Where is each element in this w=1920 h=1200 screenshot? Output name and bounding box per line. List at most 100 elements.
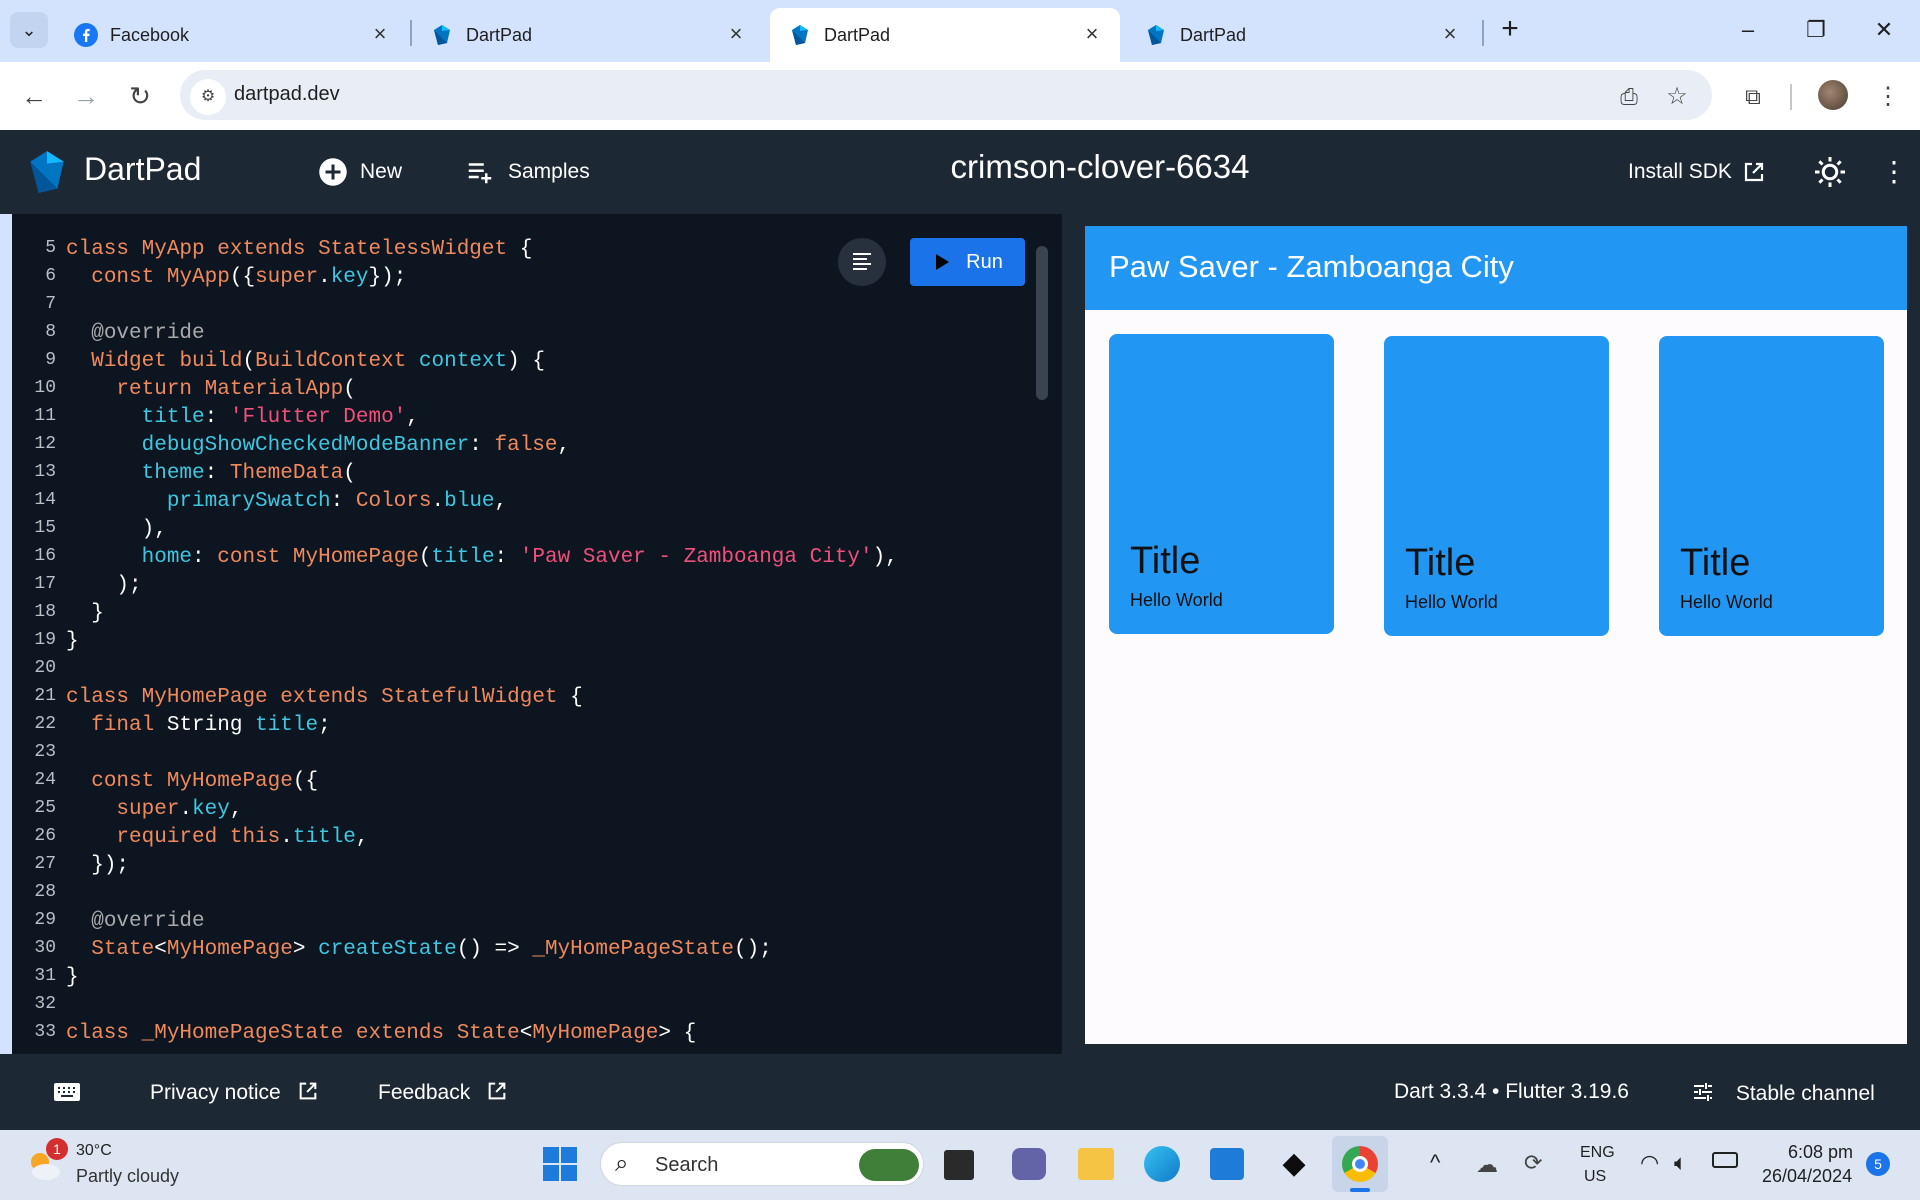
line-number: 25 xyxy=(34,798,56,818)
line-number: 17 xyxy=(34,574,56,594)
line-number: 5 xyxy=(45,238,56,258)
dropbox-icon[interactable]: ◆ xyxy=(1276,1148,1312,1180)
line-number: 32 xyxy=(34,994,56,1014)
avatar[interactable] xyxy=(1818,80,1848,110)
taskbar-search[interactable]: ⌕ Search xyxy=(600,1142,924,1186)
privacy-label: Privacy notice xyxy=(150,1081,281,1104)
language-bottom[interactable]: US xyxy=(1584,1168,1606,1186)
tab-facebook[interactable]: Facebook × xyxy=(56,8,408,62)
line-number: 12 xyxy=(34,434,56,454)
close-icon[interactable]: × xyxy=(1438,22,1462,46)
more-vert-icon[interactable]: ⋮ xyxy=(1876,80,1900,114)
format-button[interactable] xyxy=(838,238,886,286)
run-button[interactable]: Run xyxy=(910,238,1025,286)
forward-button[interactable]: → xyxy=(68,78,104,114)
tab-dartpad-2[interactable]: DartPad × xyxy=(770,8,1120,62)
tab-title: DartPad xyxy=(1180,24,1247,45)
new-tab-button[interactable]: + xyxy=(1492,12,1528,48)
keyboard-icon[interactable] xyxy=(52,1080,82,1104)
preview-card[interactable]: Title Hello World xyxy=(1384,336,1609,636)
line-number: 33 xyxy=(34,1022,56,1042)
restore-button[interactable]: ❐ xyxy=(1796,12,1836,48)
reload-button[interactable]: ↻ xyxy=(122,78,158,114)
weather-widget[interactable]: 1 30°C Partly cloudy xyxy=(24,1138,194,1192)
editor-scrollbar[interactable] xyxy=(1036,246,1048,400)
line-number: 9 xyxy=(45,350,56,370)
channel-button[interactable]: Stable channel xyxy=(1690,1080,1875,1106)
code-line: const MyHomePage({ xyxy=(91,770,319,793)
notification-badge[interactable]: 5 xyxy=(1866,1152,1890,1176)
brightness-icon[interactable] xyxy=(1812,154,1848,190)
chevron-up-icon[interactable]: ^ xyxy=(1430,1150,1440,1176)
weather-temp: 30°C xyxy=(76,1142,112,1159)
play-icon xyxy=(936,254,950,270)
line-number: 24 xyxy=(34,770,56,790)
code-line: @override xyxy=(91,322,205,345)
teams-icon[interactable] xyxy=(1012,1148,1046,1180)
close-window-button[interactable]: ✕ xyxy=(1864,12,1904,48)
install-app-icon[interactable]: ⎙ xyxy=(1612,80,1646,114)
bookmark-star-icon[interactable]: ☆ xyxy=(1660,80,1694,114)
tab-dartpad-3[interactable]: DartPad × xyxy=(1126,8,1478,62)
bonsai-icon xyxy=(859,1149,919,1181)
card-subtitle: Hello World xyxy=(1680,592,1773,612)
line-number: 26 xyxy=(34,826,56,846)
version-text: Dart 3.3.4 • Flutter 3.19.6 xyxy=(1394,1080,1629,1103)
install-sdk-link[interactable]: Install SDK xyxy=(1628,154,1766,190)
tab-search-button[interactable]: ⌄ xyxy=(10,12,48,48)
close-icon[interactable]: × xyxy=(368,22,392,46)
clock-time[interactable]: 6:08 pm xyxy=(1788,1142,1853,1163)
close-icon[interactable]: × xyxy=(1080,22,1104,46)
url-text[interactable]: dartpad.dev xyxy=(234,83,340,106)
store-icon[interactable] xyxy=(1210,1148,1244,1180)
task-view-icon[interactable] xyxy=(944,1150,974,1180)
edge-icon[interactable] xyxy=(1144,1146,1180,1182)
code-line: ); xyxy=(116,574,142,597)
line-number: 11 xyxy=(34,406,56,426)
code-line: super.key, xyxy=(116,798,243,821)
code-line: class _MyHomePageState extends State<MyH… xyxy=(66,1022,697,1045)
line-number: 28 xyxy=(34,882,56,902)
clock-date[interactable]: 26/04/2024 xyxy=(1762,1166,1852,1187)
card-subtitle: Hello World xyxy=(1130,590,1223,610)
tab-dartpad-1[interactable]: DartPad × xyxy=(412,8,764,62)
close-icon[interactable]: × xyxy=(724,22,748,46)
battery-icon[interactable] xyxy=(1712,1152,1738,1168)
volume-icon[interactable]: 🔈︎ xyxy=(1674,1150,1687,1176)
minimize-button[interactable]: – xyxy=(1728,12,1768,48)
code-line: home: const MyHomePage(title: 'Paw Saver… xyxy=(141,546,898,569)
file-explorer-icon[interactable] xyxy=(1078,1148,1114,1180)
channel-label: Stable channel xyxy=(1735,1082,1875,1105)
onedrive-icon[interactable]: ☁ xyxy=(1476,1152,1498,1178)
preview-card[interactable]: Title Hello World xyxy=(1659,336,1884,636)
sync-icon[interactable]: ⟳ xyxy=(1524,1150,1542,1176)
code-line: class MyApp extends StatelessWidget { xyxy=(66,238,533,261)
line-number: 13 xyxy=(34,462,56,482)
back-button[interactable]: ← xyxy=(16,78,52,114)
split-divider[interactable] xyxy=(1062,214,1074,1054)
chrome-icon xyxy=(1342,1146,1378,1182)
preview-card[interactable]: Title Hello World xyxy=(1109,334,1334,634)
language-top[interactable]: ENG xyxy=(1580,1144,1615,1162)
open-in-new-icon xyxy=(488,1082,506,1100)
open-in-new-icon xyxy=(1744,162,1763,182)
line-number: 7 xyxy=(45,294,56,314)
site-info-icon[interactable]: ⚙ xyxy=(190,79,226,115)
code-line: Widget build(BuildContext context) { xyxy=(91,350,545,373)
windows-start-icon[interactable] xyxy=(542,1146,578,1182)
line-number: 27 xyxy=(34,854,56,874)
preview-app-title: Paw Saver - Zamboanga City xyxy=(1109,249,1514,284)
code-line: debugShowCheckedModeBanner: false, xyxy=(141,434,571,457)
code-line: title: 'Flutter Demo', xyxy=(141,406,419,429)
code-line: } xyxy=(91,602,104,625)
extensions-icon[interactable]: ⧉ xyxy=(1736,80,1770,114)
wifi-icon[interactable]: ◠ xyxy=(1640,1150,1659,1176)
privacy-notice-link[interactable]: Privacy notice xyxy=(150,1080,319,1105)
more-vert-icon[interactable]: ⋮ xyxy=(1880,154,1908,190)
feedback-link[interactable]: Feedback xyxy=(378,1080,508,1105)
format-icon xyxy=(853,253,871,270)
toolbar-separator xyxy=(1790,84,1792,110)
search-icon: ⌕ xyxy=(615,1150,629,1177)
chrome-taskbar-button[interactable] xyxy=(1332,1136,1388,1192)
address-bar[interactable] xyxy=(180,70,1712,120)
